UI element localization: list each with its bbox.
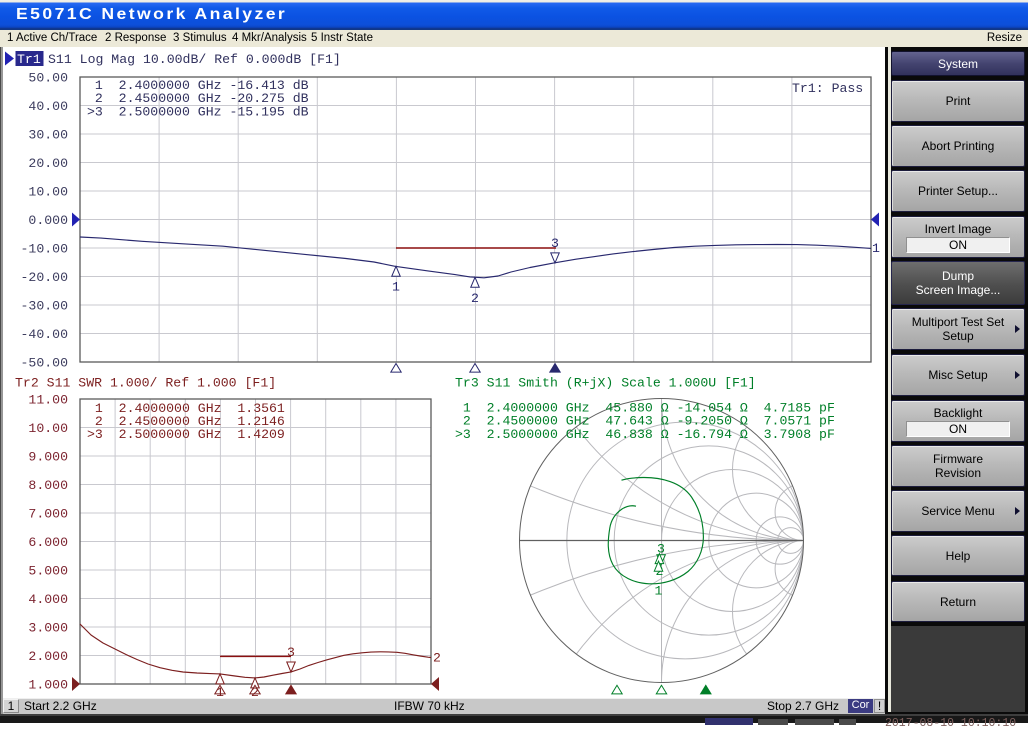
svg-text:S11 Log Mag 10.00dB/ Ref 0.000: S11 Log Mag 10.00dB/ Ref 0.000dB [F1]	[48, 52, 341, 67]
svg-text:-20.00: -20.00	[21, 270, 69, 285]
svg-text:20.00: 20.00	[28, 156, 68, 171]
svg-text:3: 3	[657, 542, 665, 557]
svg-text:>3 2.5000000 GHz 46.838 Ω -1: >3 2.5000000 GHz 46.838 Ω -16.794 Ω 3.79…	[455, 427, 835, 442]
svg-text:40.00: 40.00	[28, 99, 68, 114]
svg-text:>3 2.5000000 GHz 1.4209: >3 2.5000000 GHz 1.4209	[87, 427, 285, 442]
svg-text:Tr3 S11 Smith (R+jX) Scale 1.0: Tr3 S11 Smith (R+jX) Scale 1.000U [F1]	[455, 375, 756, 390]
svg-text:4.000: 4.000	[28, 592, 68, 607]
svg-text:-40.00: -40.00	[21, 327, 69, 342]
svg-text:2.000: 2.000	[28, 649, 68, 664]
svg-text:30.00: 30.00	[28, 128, 68, 143]
svg-text:3: 3	[551, 236, 559, 251]
svg-text:Tr1: Tr1	[17, 52, 41, 67]
svg-text:11.00: 11.00	[28, 393, 68, 408]
svg-text:Tr1: Pass: Tr1: Pass	[792, 81, 863, 96]
svg-text:2: 2	[433, 651, 441, 666]
svg-text:-10.00: -10.00	[21, 242, 69, 257]
svg-text:1.000: 1.000	[28, 678, 68, 693]
svg-text:1: 1	[655, 584, 663, 599]
svg-text:-30.00: -30.00	[21, 299, 69, 314]
svg-text:9.000: 9.000	[28, 450, 68, 465]
svg-text:3: 3	[287, 645, 295, 660]
svg-text:10.00: 10.00	[28, 421, 68, 436]
svg-text:10.00: 10.00	[28, 185, 68, 200]
svg-text:>3 2.5000000 GHz -15.195 dB: >3 2.5000000 GHz -15.195 dB	[87, 104, 309, 119]
svg-text:6.000: 6.000	[28, 535, 68, 550]
svg-text:2: 2	[471, 291, 479, 306]
svg-text:-50.00: -50.00	[21, 356, 69, 371]
svg-text:1: 1	[872, 241, 880, 256]
svg-text:50.00: 50.00	[28, 71, 68, 86]
svg-text:7.000: 7.000	[28, 507, 68, 522]
svg-text:0.000: 0.000	[28, 213, 68, 228]
svg-text:3.000: 3.000	[28, 621, 68, 636]
svg-text:Tr2 S11 SWR 1.000/ Ref 1.000 [: Tr2 S11 SWR 1.000/ Ref 1.000 [F1]	[15, 375, 276, 390]
svg-text:5.000: 5.000	[28, 564, 68, 579]
svg-text:1: 1	[392, 280, 400, 295]
svg-text:8.000: 8.000	[28, 478, 68, 493]
